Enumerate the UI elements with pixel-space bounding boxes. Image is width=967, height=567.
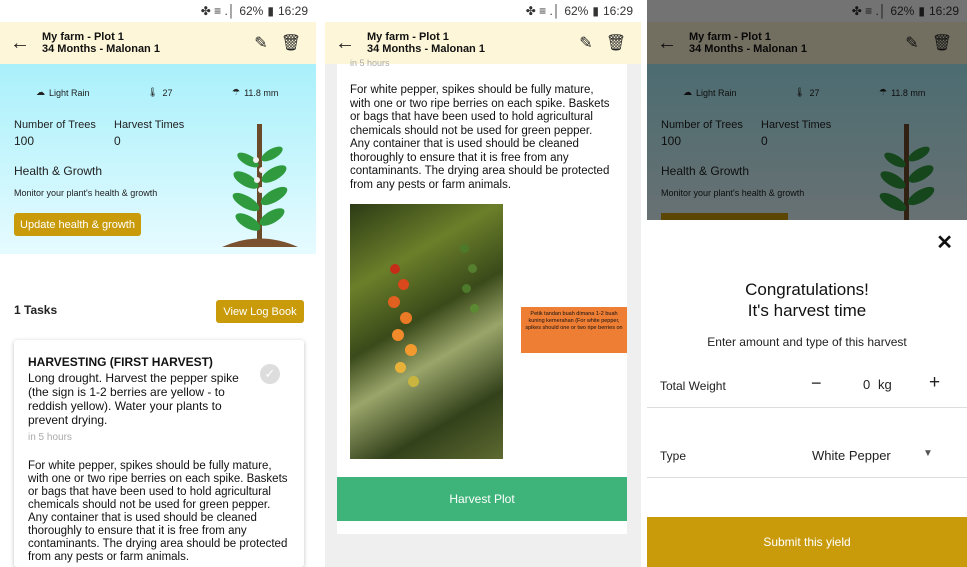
health-subtitle: Monitor your plant's health & growth — [14, 188, 158, 198]
edit-icon[interactable]: ✎ — [246, 33, 276, 53]
task-time: in 5 hours — [28, 432, 72, 443]
plot-age: 34 Months - Malonan 1 — [367, 43, 485, 55]
task-body: For white pepper, spikes should be fully… — [28, 460, 288, 563]
battery-icon: ▮ — [267, 4, 274, 18]
tasks-count: 1 Tasks — [14, 303, 58, 317]
task-description: Long drought. Harvest the pepper spike (… — [28, 371, 239, 427]
signal-icons: ✤ ≡ .│ — [200, 4, 236, 18]
plot-name: My farm - Plot 1 — [367, 31, 449, 43]
thermometer-icon: 🌡 — [147, 87, 159, 97]
view-logbook-button[interactable]: View Log Book — [216, 300, 304, 323]
rain-value: 11.8 mm — [244, 87, 279, 98]
health-heading: Health & Growth — [14, 164, 103, 178]
weight-unit: kg — [878, 377, 892, 392]
battery-level: 62% — [564, 4, 589, 18]
weight-row: Total Weight − 0 kg + — [647, 365, 967, 408]
screen-task-detail: ✤ ≡ .│ 62% ▮ 16:29 ← My farm - Plot 1 34… — [325, 0, 641, 567]
harvest-plot-button[interactable]: Harvest Plot — [337, 477, 627, 521]
task-detail-sheet: in 5 hours For white pepper, spikes shou… — [337, 58, 627, 534]
harvest-dialog: ✕ Congratulations! It's harvest time Ent… — [647, 220, 967, 567]
modal-scrim[interactable] — [647, 0, 967, 220]
plot-title: My farm - Plot 1 34 Months - Malonan 1 — [42, 31, 246, 55]
trash-icon[interactable]: 🗑 — [276, 33, 306, 53]
trees-label: Number of Trees — [14, 119, 96, 131]
plot-title: My farm - Plot 1 34 Months - Malonan 1 — [367, 31, 571, 55]
dialog-prompt: Enter amount and type of this harvest — [707, 335, 907, 349]
battery-icon: ▮ — [592, 4, 599, 18]
task-title: HARVESTING (FIRST HARVEST) — [28, 355, 213, 369]
type-row[interactable]: Type White Pepper ▼ — [647, 435, 967, 478]
status-bar: ✤ ≡ .│ 62% ▮ 16:29 — [0, 0, 316, 22]
photo-caption: Petik tandan buah dimana 1-2 buah kuning… — [521, 307, 627, 353]
trees-value: 100 — [14, 134, 35, 148]
type-select[interactable]: White Pepper — [812, 448, 891, 463]
back-arrow-icon[interactable]: ← — [10, 32, 34, 55]
rain-icon: ☂ — [232, 87, 241, 97]
temp-value: 27 — [162, 87, 173, 98]
complete-check-icon[interactable]: ✓ — [260, 364, 280, 384]
trash-icon[interactable]: 🗑 — [601, 33, 631, 53]
dropdown-caret-icon[interactable]: ▼ — [923, 448, 933, 459]
weight-input[interactable]: 0 — [863, 377, 870, 392]
dialog-subtitle: It's harvest time — [747, 301, 867, 320]
harvest-times-label: Harvest Times — [114, 119, 185, 131]
weather-condition: ☁ Light Rain — [36, 87, 90, 98]
close-icon[interactable]: ✕ — [936, 230, 953, 255]
weather-label: Light Rain — [49, 87, 90, 98]
pepper-photo — [350, 204, 503, 459]
type-label: Type — [660, 449, 687, 463]
clock: 16:29 — [602, 4, 633, 18]
app-bar: ← My farm - Plot 1 34 Months - Malonan 1… — [0, 22, 316, 64]
screen-plot-overview: ✤ ≡ .│ 62% ▮ 16:29 ← My farm - Plot 1 34… — [0, 0, 316, 567]
cloud-icon: ☁ — [36, 87, 45, 97]
clock: 16:29 — [277, 4, 308, 18]
back-arrow-icon[interactable]: ← — [335, 32, 359, 55]
weight-label: Total Weight — [660, 379, 726, 393]
battery-level: 62% — [239, 4, 264, 18]
weather-rain: ☂11.8 mm — [232, 87, 278, 98]
harvest-times-value: 0 — [114, 134, 121, 148]
weather-temp: 🌡27 — [147, 87, 172, 98]
submit-yield-button[interactable]: Submit this yield — [647, 517, 967, 567]
plot-name: My farm - Plot 1 — [42, 31, 124, 43]
task-body: For white pepper, spikes should be fully… — [350, 84, 610, 191]
signal-icons: ✤ ≡ .│ — [525, 4, 561, 18]
update-health-button[interactable]: Update health & growth — [14, 213, 141, 236]
edit-icon[interactable]: ✎ — [571, 33, 601, 53]
decrease-weight-button[interactable]: − — [811, 373, 822, 394]
pepper-plant-icon — [222, 124, 298, 247]
dialog-title: Congratulations! — [745, 280, 869, 299]
screen-harvest-dialog: ✤ ≡ .│ 62% ▮ 16:29 ← My farm - Plot 1 34… — [647, 0, 967, 567]
plot-age: 34 Months - Malonan 1 — [42, 43, 160, 55]
task-card[interactable]: HARVESTING (FIRST HARVEST) Long drought.… — [14, 340, 304, 567]
task-time: in 5 hours — [350, 58, 390, 68]
status-bar: ✤ ≡ .│ 62% ▮ 16:29 — [325, 0, 641, 22]
increase-weight-button[interactable]: + — [929, 372, 940, 394]
